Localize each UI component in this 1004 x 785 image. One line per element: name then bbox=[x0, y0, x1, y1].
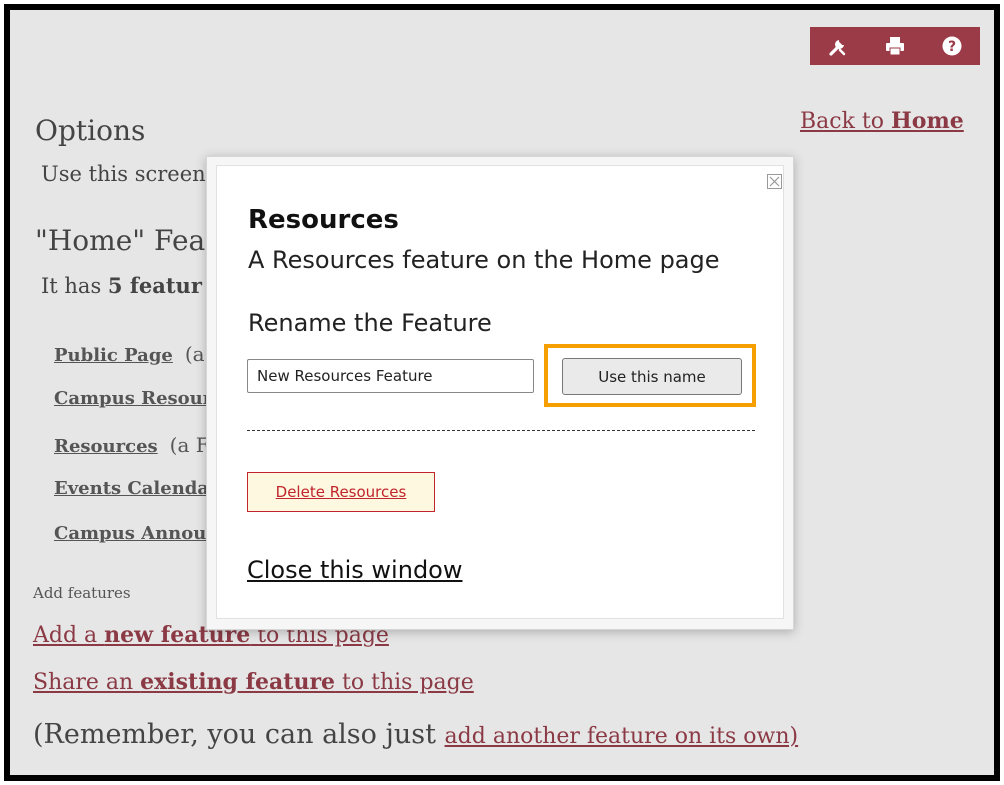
back-to-home-link[interactable]: Back to Home bbox=[800, 108, 964, 134]
link-bold: existing feature bbox=[140, 669, 336, 695]
wrench-icon[interactable] bbox=[826, 34, 850, 58]
feature-name-input[interactable] bbox=[247, 359, 534, 393]
link-prefix: Add a bbox=[33, 623, 105, 648]
page-canvas: ? Back to Home Options Use this screen "… bbox=[10, 10, 994, 775]
page-title: Options bbox=[35, 114, 146, 147]
svg-text:?: ? bbox=[948, 39, 956, 55]
feature-label: Public Page bbox=[54, 345, 173, 366]
divider bbox=[247, 430, 755, 431]
count-prefix: It has bbox=[41, 274, 108, 298]
feature-link-events-calendar[interactable]: Events Calenda bbox=[54, 478, 209, 499]
close-icon[interactable] bbox=[767, 174, 782, 189]
feature-link-campus-announcements[interactable]: Campus Annou bbox=[54, 523, 206, 544]
link-prefix: Share an bbox=[33, 670, 141, 695]
feature-label: Events Calenda bbox=[54, 478, 210, 499]
home-features-count: It has 5 featur bbox=[41, 273, 202, 298]
feature-label: Campus Annou bbox=[54, 523, 207, 544]
feature-label: Resources bbox=[54, 436, 158, 457]
count-bold: 5 featur bbox=[107, 273, 202, 298]
feature-link-public-page[interactable]: Public Page (a bbox=[54, 342, 205, 366]
modal-subtitle: A Resources feature on the Home page bbox=[248, 246, 720, 274]
feature-options-modal: Resources A Resources feature on the Hom… bbox=[206, 156, 794, 630]
back-link-prefix: Back to bbox=[800, 109, 892, 134]
share-existing-feature-link[interactable]: Share an existing feature to this page bbox=[33, 669, 474, 695]
help-icon[interactable]: ? bbox=[940, 34, 964, 58]
delete-resources-button[interactable]: Delete Resources bbox=[247, 472, 435, 512]
feature-link-campus-resources[interactable]: Campus Resour bbox=[54, 388, 212, 409]
add-feature-on-own-link[interactable]: add another feature on its own) bbox=[445, 724, 799, 749]
add-features-label: Add features bbox=[33, 584, 131, 602]
back-link-target: Home bbox=[891, 108, 964, 134]
feature-label: Campus Resour bbox=[54, 388, 213, 409]
close-window-link[interactable]: Close this window bbox=[247, 556, 462, 584]
feature-note: (a F bbox=[169, 433, 210, 457]
use-this-name-button[interactable]: Use this name bbox=[562, 358, 742, 395]
remember-note: (Remember, you can also just add another… bbox=[33, 719, 798, 750]
modal-title: Resources bbox=[248, 205, 399, 235]
home-features-heading: "Home" Fea bbox=[35, 224, 206, 257]
modal-content: Resources A Resources feature on the Hom… bbox=[216, 165, 784, 619]
page-description: Use this screen bbox=[41, 162, 206, 186]
print-icon[interactable] bbox=[883, 34, 907, 58]
rename-heading: Rename the Feature bbox=[248, 309, 492, 337]
screenshot-frame: ? Back to Home Options Use this screen "… bbox=[4, 4, 1000, 781]
remember-text: (Remember, you can also just bbox=[33, 719, 445, 750]
feature-link-resources[interactable]: Resources (a F bbox=[54, 433, 210, 457]
link-suffix: to this page bbox=[335, 670, 474, 695]
feature-note: (a bbox=[184, 342, 205, 366]
toolbar: ? bbox=[810, 27, 980, 65]
